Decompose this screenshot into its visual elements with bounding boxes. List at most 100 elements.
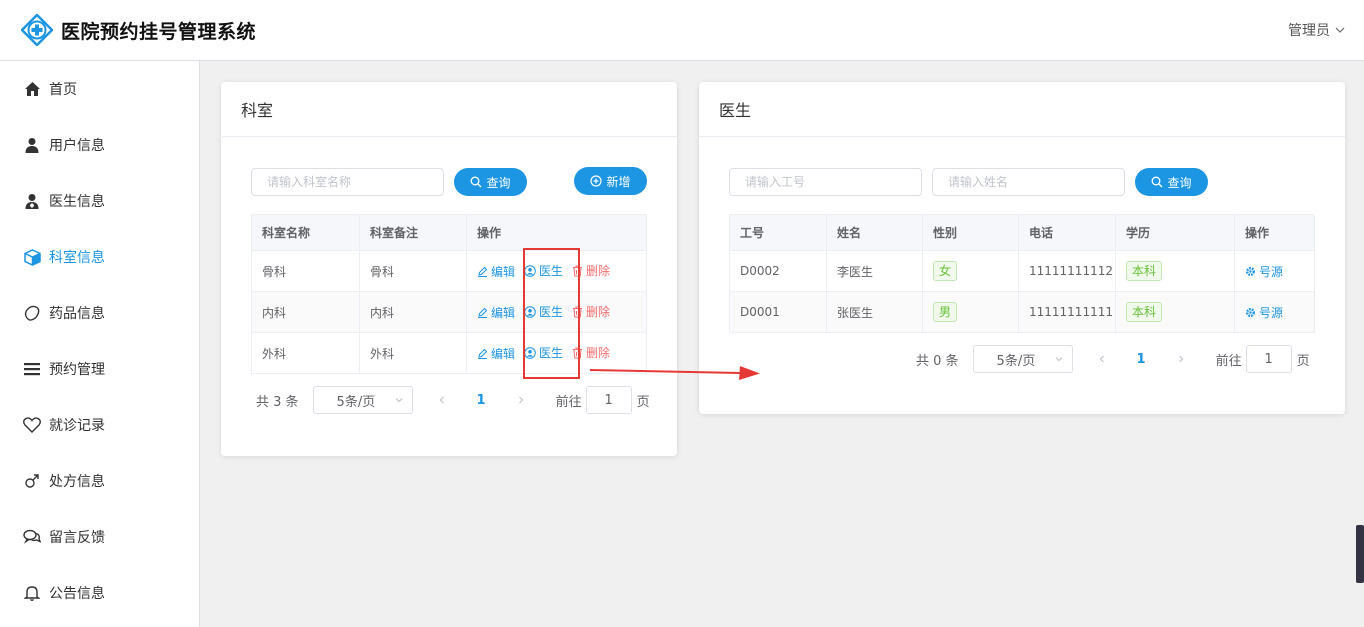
sidebar-item-label: 首页 [49, 82, 77, 98]
column-header: 科室名称 [251, 214, 360, 251]
sidebar-item-appointments[interactable]: 预约管理 [0, 341, 199, 397]
page-size-select[interactable]: 5条/页 [312, 386, 413, 414]
sidebar-item-label: 药品信息 [49, 306, 105, 322]
department-note-cell: 骨科 [359, 250, 467, 292]
page-number-current[interactable]: 1 [1137, 352, 1146, 367]
gender-tag: 男 [933, 302, 958, 322]
page-unit-label: 页 [1296, 353, 1310, 369]
sidebar-item-users[interactable]: 用户信息 [0, 117, 199, 173]
sidebar-item-label: 医生信息 [49, 194, 105, 210]
goto-label: 前往 [555, 394, 582, 410]
delete-label: 删除 [586, 305, 611, 320]
sidebar-item-label: 公告信息 [49, 586, 105, 602]
schedule-source-button[interactable]: 号源 [1245, 304, 1283, 321]
prev-page-icon[interactable] [1097, 354, 1107, 364]
department-search-button[interactable]: 查询 [454, 168, 527, 196]
table-row: D0002 李医生 女 11111111112 本科 号源 [729, 250, 1315, 292]
column-header: 操作 [466, 214, 647, 251]
comments-icon [23, 528, 41, 546]
gender-cell: 女 [922, 250, 1019, 292]
page-size-select[interactable]: 5条/页 [972, 345, 1073, 373]
doctor-name-cell: 李医生 [826, 250, 923, 292]
operations-cell: 号源 [1234, 291, 1315, 333]
doctor-pagination: 共 0 条 5条/页 1 前往 页 [916, 345, 1310, 373]
add-department-label: 新增 [606, 174, 631, 189]
annotation-arrow-icon [590, 366, 760, 380]
edit-label: 编辑 [491, 346, 516, 361]
sidebar-item-label: 处方信息 [49, 474, 105, 490]
add-department-button[interactable]: 新增 [574, 167, 647, 195]
edit-button[interactable]: 编辑 [477, 345, 515, 362]
plus-circle-icon [590, 175, 603, 187]
doctor-table: 工号 姓名 性别 电话 学历 操作 D0002 李医生 女 1111111111… [729, 214, 1315, 333]
education-cell: 本科 [1115, 291, 1235, 333]
edit-label: 编辑 [491, 264, 516, 279]
edit-label: 编辑 [491, 305, 516, 320]
pagination-total: 共 0 条 [916, 353, 959, 369]
delete-label: 删除 [586, 264, 611, 279]
sidebar-item-prescriptions[interactable]: 处方信息 [0, 453, 199, 509]
gender-cell: 男 [922, 291, 1019, 333]
app-title: 医院预约挂号管理系统 [61, 20, 257, 43]
next-page-icon[interactable] [1176, 354, 1186, 364]
operations-cell: 号源 [1234, 250, 1315, 292]
annotation-highlight-box [523, 248, 580, 379]
sidebar-item-visits[interactable]: 就诊记录 [0, 397, 199, 453]
table-row: 外科 外科 编辑 医生 删除 [251, 332, 647, 374]
edit-button[interactable]: 编辑 [477, 304, 515, 321]
pagination-total: 共 3 条 [256, 394, 299, 410]
doctor-icon [23, 192, 41, 210]
department-card: 科室 查询 新增 科室名称 科室备注 操作 骨科 骨科 编辑医生删除 内 [221, 82, 677, 456]
bell-icon [23, 584, 41, 602]
page-number-current[interactable]: 1 [477, 393, 486, 408]
department-note-cell: 内科 [359, 291, 467, 333]
sidebar-item-medicines[interactable]: 药品信息 [0, 285, 199, 341]
department-name-cell: 内科 [251, 291, 360, 333]
department-card-title: 科室 [221, 82, 677, 137]
column-header: 学历 [1115, 214, 1235, 251]
sidebar-item-feedback[interactable]: 留言反馈 [0, 509, 199, 565]
top-header: 医院预约挂号管理系统 管理员 [0, 0, 1364, 61]
search-icon [1152, 176, 1163, 188]
sidebar-item-notices[interactable]: 公告信息 [0, 565, 199, 621]
schedule-source-label: 号源 [1259, 264, 1284, 279]
department-table: 科室名称 科室备注 操作 骨科 骨科 编辑 医生 删除 内科 内科 编辑 医生 删除 [251, 214, 647, 374]
chevron-down-icon [1055, 357, 1062, 362]
table-row: 骨科 骨科 编辑 医生 删除 [251, 250, 647, 292]
sidebar-item-label: 就诊记录 [49, 418, 105, 434]
doctor-name-search-input[interactable] [932, 168, 1125, 196]
column-header: 性别 [922, 214, 1019, 251]
edit-icon [478, 266, 488, 277]
male-icon [23, 472, 41, 490]
goto-page-input[interactable] [1245, 345, 1292, 373]
home-icon [23, 80, 41, 98]
next-page-icon[interactable] [516, 395, 526, 405]
sidebar-item-label: 预约管理 [49, 362, 105, 378]
doctor-search-button[interactable]: 查询 [1135, 168, 1208, 196]
doctor-id-cell: D0001 [729, 291, 827, 333]
user-menu[interactable]: 管理员 [1288, 20, 1346, 40]
prev-page-icon[interactable] [437, 395, 447, 405]
scrollbar-handle[interactable] [1356, 525, 1364, 583]
schedule-source-button[interactable]: 号源 [1245, 263, 1283, 280]
column-header: 电话 [1018, 214, 1116, 251]
sidebar-item-doctors[interactable]: 医生信息 [0, 173, 199, 229]
chevron-down-icon [395, 398, 402, 403]
doctor-id-search-input[interactable] [729, 168, 922, 196]
search-icon [471, 176, 482, 188]
column-header: 操作 [1234, 214, 1315, 251]
doctor-card-title: 医生 [699, 82, 1345, 137]
table-row: 内科 内科 编辑 医生 删除 [251, 291, 647, 333]
sidebar-item-departments[interactable]: 科室信息 [0, 229, 199, 285]
doctor-name-cell: 张医生 [826, 291, 923, 333]
sidebar-item-label: 科室信息 [49, 250, 105, 266]
department-search-input[interactable] [251, 168, 444, 196]
edit-button[interactable]: 编辑 [477, 263, 515, 280]
column-header: 科室备注 [359, 214, 467, 251]
phone-cell: 11111111111 [1018, 291, 1116, 333]
goto-page-input[interactable] [585, 386, 632, 414]
doctor-id-cell: D0002 [729, 250, 827, 292]
sidebar-item-home[interactable]: 首页 [0, 61, 199, 117]
heart-icon [23, 416, 41, 434]
doctor-search-label: 查询 [1167, 175, 1192, 190]
